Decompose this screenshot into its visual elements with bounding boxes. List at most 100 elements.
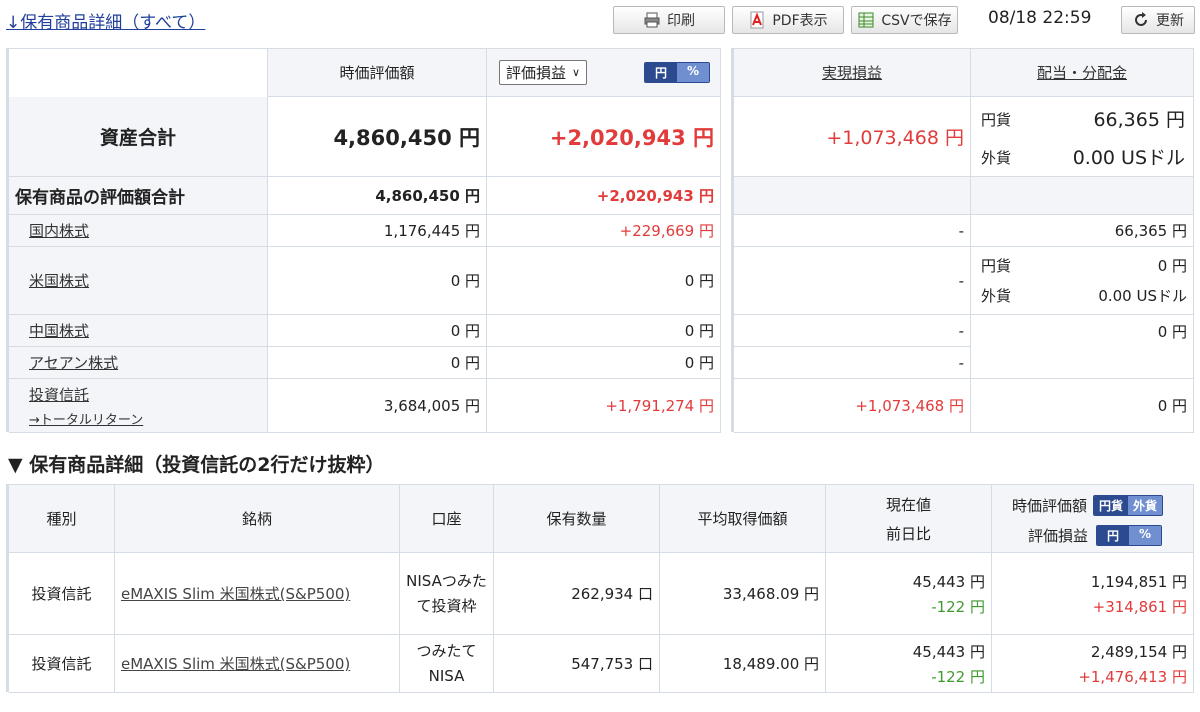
- category-link-fund[interactable]: 投資信託: [29, 384, 267, 405]
- category-value: 3,684,005 円: [268, 379, 487, 433]
- category-dividend: 0 円: [971, 315, 1194, 379]
- row-avg-cost: 33,468.09 円: [660, 553, 826, 635]
- pl-unit-toggle: 円 %: [643, 62, 710, 83]
- header-market-value: 時価評価額: [268, 49, 487, 97]
- col-header-change-label: 前日比: [885, 524, 931, 543]
- pl-unit-yen[interactable]: 円: [1097, 526, 1130, 545]
- col-header-quantity: 保有数量: [494, 485, 660, 553]
- all-holdings-link[interactable]: ↓保有商品詳細（すべて）: [6, 8, 205, 33]
- pl-type-select-value: 評価損益: [506, 64, 567, 82]
- div-fx-value: 0.00 USドル: [1072, 147, 1185, 169]
- div-yen-value: 66,365 円: [1093, 109, 1185, 131]
- category-link-asean[interactable]: アセアン株式: [29, 352, 118, 373]
- category-realized: +1,073,468 円: [734, 379, 971, 433]
- col-header-pl-label: 評価損益: [1028, 527, 1089, 545]
- category-pl: +229,669 円: [487, 215, 721, 247]
- holdings-total-pl: +2,020,943 円: [487, 177, 721, 215]
- total-return-link[interactable]: →トータルリターン: [29, 409, 267, 428]
- csv-button[interactable]: CSVで保存: [851, 6, 958, 34]
- row-change: -122 円: [931, 667, 985, 686]
- div-yen-label: 円貨: [981, 111, 1012, 129]
- row-price-cell: 45,443 円 -122 円: [826, 553, 992, 635]
- section-title[interactable]: ▼ 保有商品詳細（投資信託の2行だけ抜粋）: [8, 450, 384, 477]
- category-value: 0 円: [268, 347, 487, 379]
- row-price: 45,443 円: [912, 642, 985, 661]
- category-row-label: アセアン株式: [9, 347, 268, 379]
- refresh-button[interactable]: 更新: [1121, 6, 1195, 34]
- total-assets-pl: +2,020,943 円: [487, 97, 721, 177]
- row-value: 1,194,851 円: [1090, 572, 1187, 591]
- col-header-avg-cost: 平均取得価額: [660, 485, 826, 553]
- header-pl: 評価損益 ∨ 円 %: [487, 49, 721, 97]
- category-value: 0 円: [268, 247, 487, 315]
- row-change: -122 円: [931, 597, 985, 616]
- row-pl: +314,861 円: [1092, 597, 1187, 616]
- category-realized: -: [734, 215, 971, 247]
- currency-fx[interactable]: 外貨: [1128, 496, 1163, 515]
- row-quantity: 547,753 口: [494, 635, 660, 693]
- col-header-value-pl: 時価評価額 円貨 外貨 評価損益 円 %: [992, 485, 1194, 553]
- total-assets-label: 資産合計: [9, 97, 268, 177]
- category-dividend: 0 円: [971, 379, 1194, 433]
- print-label: 印刷: [667, 13, 695, 29]
- category-realized: -: [734, 247, 971, 315]
- col-header-account: 口座: [400, 485, 494, 553]
- category-row-label: 国内株式: [9, 215, 268, 247]
- div-fx-label: 外貨: [981, 149, 1012, 167]
- fund-name-link[interactable]: eMAXIS Slim 米国株式(S&P500): [121, 653, 350, 674]
- category-row-label: 米国株式: [9, 247, 268, 315]
- category-pl: 0 円: [487, 347, 721, 379]
- header-dividend: 配当・分配金: [971, 49, 1194, 97]
- category-dividend: 66,365 円: [971, 215, 1194, 247]
- summary-right-panel: 実現損益 配当・分配金 +1,073,468 円 円貨 66,365 円 外貨 …: [731, 48, 1194, 433]
- category-link-domestic[interactable]: 国内株式: [29, 220, 89, 241]
- category-value: 0 円: [268, 315, 487, 347]
- pl-header-row: 評価損益 円 %: [1028, 525, 1163, 546]
- pl-unit-percent[interactable]: %: [1129, 526, 1162, 545]
- row-type: 投資信託: [9, 635, 115, 693]
- row-quantity: 262,934 口: [494, 553, 660, 635]
- div-fx-value: 0.00 USドル: [1098, 287, 1187, 305]
- category-pl: +1,791,274 円: [487, 379, 721, 433]
- total-dividend-cell: 円貨 66,365 円 外貨 0.00 USドル: [971, 97, 1194, 177]
- col-header-price-label: 現在値: [885, 495, 931, 514]
- div-yen-value: 0 円: [1157, 257, 1187, 275]
- row-value: 2,489,154 円: [1090, 642, 1187, 661]
- header-realized: 実現損益: [734, 49, 971, 97]
- pdf-icon: [750, 11, 764, 29]
- realized-pl-link[interactable]: 実現損益: [822, 62, 882, 83]
- value-header-row: 時価評価額 円貨 外貨: [1012, 495, 1164, 516]
- header-blank: [9, 49, 268, 97]
- category-dividend-split: 円貨 0 円 外貨 0.00 USドル: [971, 247, 1194, 315]
- pl-unit-toggle: 円 %: [1096, 525, 1163, 546]
- refresh-icon: [1135, 12, 1147, 26]
- print-button[interactable]: 印刷: [613, 6, 725, 34]
- category-link-us[interactable]: 米国株式: [29, 270, 89, 291]
- spreadsheet-icon: [858, 12, 874, 28]
- pl-unit-percent[interactable]: %: [676, 63, 709, 82]
- category-link-china[interactable]: 中国株式: [29, 320, 89, 341]
- pdf-button[interactable]: PDF表示: [732, 6, 844, 34]
- row-value-cell: 2,489,154 円 +1,476,413 円: [992, 635, 1194, 693]
- currency-toggle: 円貨 外貨: [1093, 495, 1164, 516]
- row-pl: +1,476,413 円: [1078, 667, 1187, 686]
- top-toolbar: ↓保有商品詳細（すべて） 印刷 PDF表示 CSVで保存 08/18 22:59…: [0, 0, 1200, 40]
- row-name-cell: eMAXIS Slim 米国株式(S&P500): [115, 635, 400, 693]
- pl-type-select[interactable]: 評価損益 ∨: [499, 60, 588, 85]
- row-value-cell: 1,194,851 円 +314,861 円: [992, 553, 1194, 635]
- category-row-label: 投資信託 →トータルリターン: [9, 379, 268, 433]
- currency-jpy[interactable]: 円貨: [1094, 496, 1129, 515]
- pl-unit-yen[interactable]: 円: [644, 63, 677, 82]
- col-header-type: 種別: [9, 485, 115, 553]
- holdings-total-value: 4,860,450 円: [268, 177, 487, 215]
- holdings-realized-blank: [734, 177, 971, 215]
- col-header-value-label: 時価評価額: [1012, 497, 1088, 515]
- category-pl: 0 円: [487, 315, 721, 347]
- holdings-detail-table: 種別 銘柄 口座 保有数量 平均取得価額 現在値 前日比 時価評価額 円貨 外貨…: [6, 484, 1194, 693]
- category-row-label: 中国株式: [9, 315, 268, 347]
- row-price-cell: 45,443 円 -122 円: [826, 635, 992, 693]
- div-fx-label: 外貨: [981, 287, 1012, 305]
- dividend-link[interactable]: 配当・分配金: [1037, 62, 1127, 83]
- fund-name-link[interactable]: eMAXIS Slim 米国株式(S&P500): [121, 583, 350, 604]
- category-pl: 0 円: [487, 247, 721, 315]
